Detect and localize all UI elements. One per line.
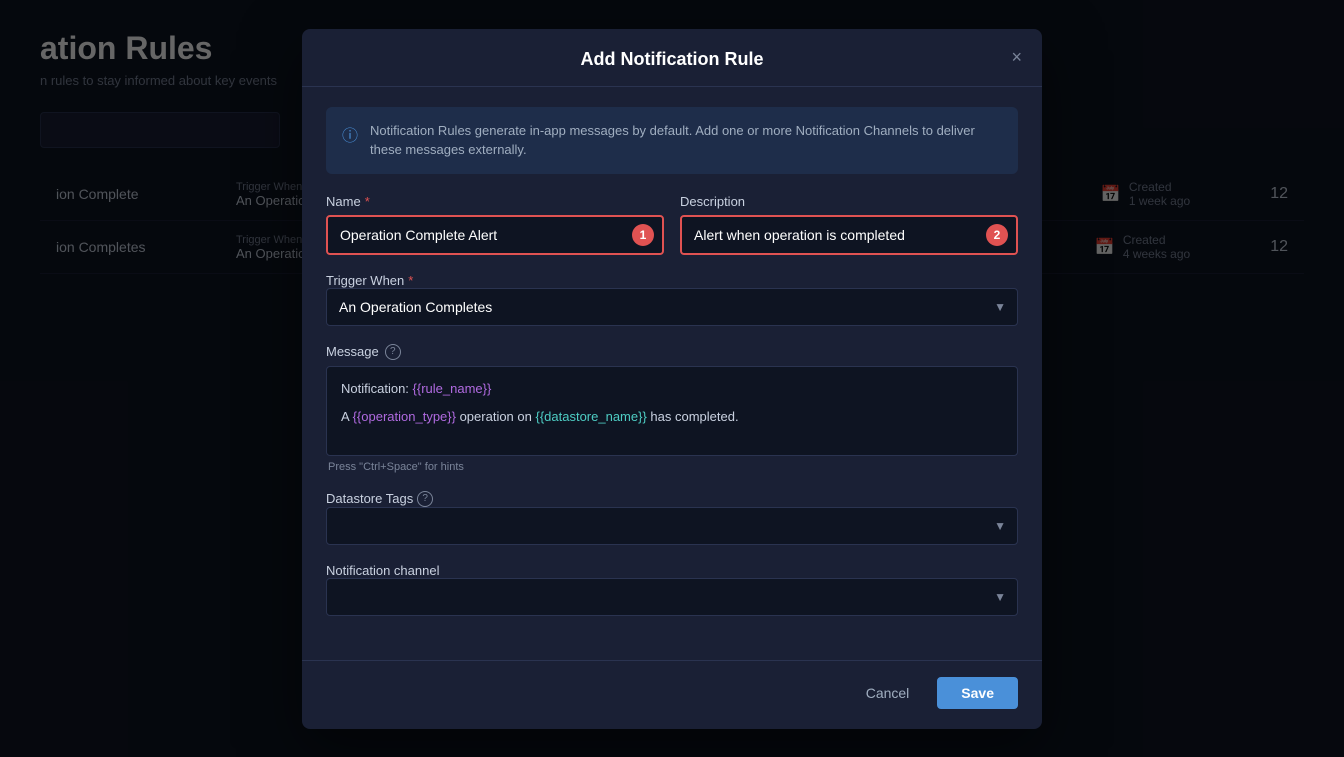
trigger-when-group: Trigger When * An Operation Completes ▼: [326, 273, 1018, 326]
channel-select[interactable]: [326, 578, 1018, 616]
datastore-help-icon[interactable]: ?: [417, 491, 433, 507]
trigger-required-star: *: [408, 273, 413, 288]
message-help-icon[interactable]: ?: [385, 344, 401, 360]
description-step-badge: 2: [986, 224, 1008, 246]
name-description-row: Name * 1 Description 2: [326, 194, 1018, 255]
notification-channel-group: Notification channel ▼: [326, 563, 1018, 616]
message-completed-suffix: has completed.: [647, 409, 739, 424]
name-input[interactable]: [326, 215, 664, 255]
modal-title: Add Notification Rule: [581, 49, 764, 69]
modal-overlay: Add Notification Rule × ⓘ Notification R…: [0, 0, 1344, 757]
name-group: Name * 1: [326, 194, 664, 255]
trigger-select-wrapper: An Operation Completes ▼: [326, 288, 1018, 326]
message-line2: A {{operation_type}} operation on {{data…: [341, 407, 1003, 428]
modal-header: Add Notification Rule ×: [302, 29, 1042, 87]
datastore-select-wrapper: ▼: [326, 507, 1018, 545]
modal-body: ⓘ Notification Rules generate in-app mes…: [302, 87, 1042, 660]
description-label: Description: [680, 194, 1018, 209]
name-step-badge: 1: [632, 224, 654, 246]
info-banner: ⓘ Notification Rules generate in-app mes…: [326, 107, 1018, 174]
name-input-wrapper: 1: [326, 215, 664, 255]
notification-channel-label: Notification channel: [326, 563, 1018, 578]
message-operation-on: operation on: [456, 409, 536, 424]
info-text: Notification Rules generate in-app messa…: [370, 121, 1002, 160]
message-datastore-name-var: {{datastore_name}}: [535, 409, 646, 424]
info-icon: ⓘ: [342, 122, 358, 146]
datastore-tags-group: Datastore Tags ? ▼: [326, 491, 1018, 545]
name-label: Name *: [326, 194, 664, 209]
description-group: Description 2: [680, 194, 1018, 255]
datastore-select[interactable]: [326, 507, 1018, 545]
message-operation-type-var: {{operation_type}}: [353, 409, 456, 424]
modal-footer: Cancel Save: [302, 660, 1042, 729]
name-required-star: *: [365, 194, 370, 209]
message-notification-prefix: Notification:: [341, 381, 413, 396]
message-rule-name-var: {{rule_name}}: [413, 381, 492, 396]
message-label: Message ?: [326, 344, 1018, 360]
add-notification-rule-modal: Add Notification Rule × ⓘ Notification R…: [302, 29, 1042, 729]
message-line1: Notification: {{rule_name}}: [341, 379, 1003, 400]
description-input[interactable]: [680, 215, 1018, 255]
message-textarea[interactable]: Notification: {{rule_name}} A {{operatio…: [326, 366, 1018, 456]
close-button[interactable]: ×: [1011, 48, 1022, 66]
save-button[interactable]: Save: [937, 677, 1018, 709]
cancel-button[interactable]: Cancel: [850, 677, 926, 709]
message-group: Message ? Notification: {{rule_name}} A …: [326, 344, 1018, 473]
datastore-tags-label: Datastore Tags ?: [326, 491, 1018, 507]
message-hint: Press "Ctrl+Space" for hints: [326, 461, 1018, 473]
description-input-wrapper: 2: [680, 215, 1018, 255]
trigger-when-label: Trigger When *: [326, 273, 1018, 288]
trigger-select[interactable]: An Operation Completes: [326, 288, 1018, 326]
message-a-prefix: A: [341, 409, 353, 424]
channel-select-wrapper: ▼: [326, 578, 1018, 616]
